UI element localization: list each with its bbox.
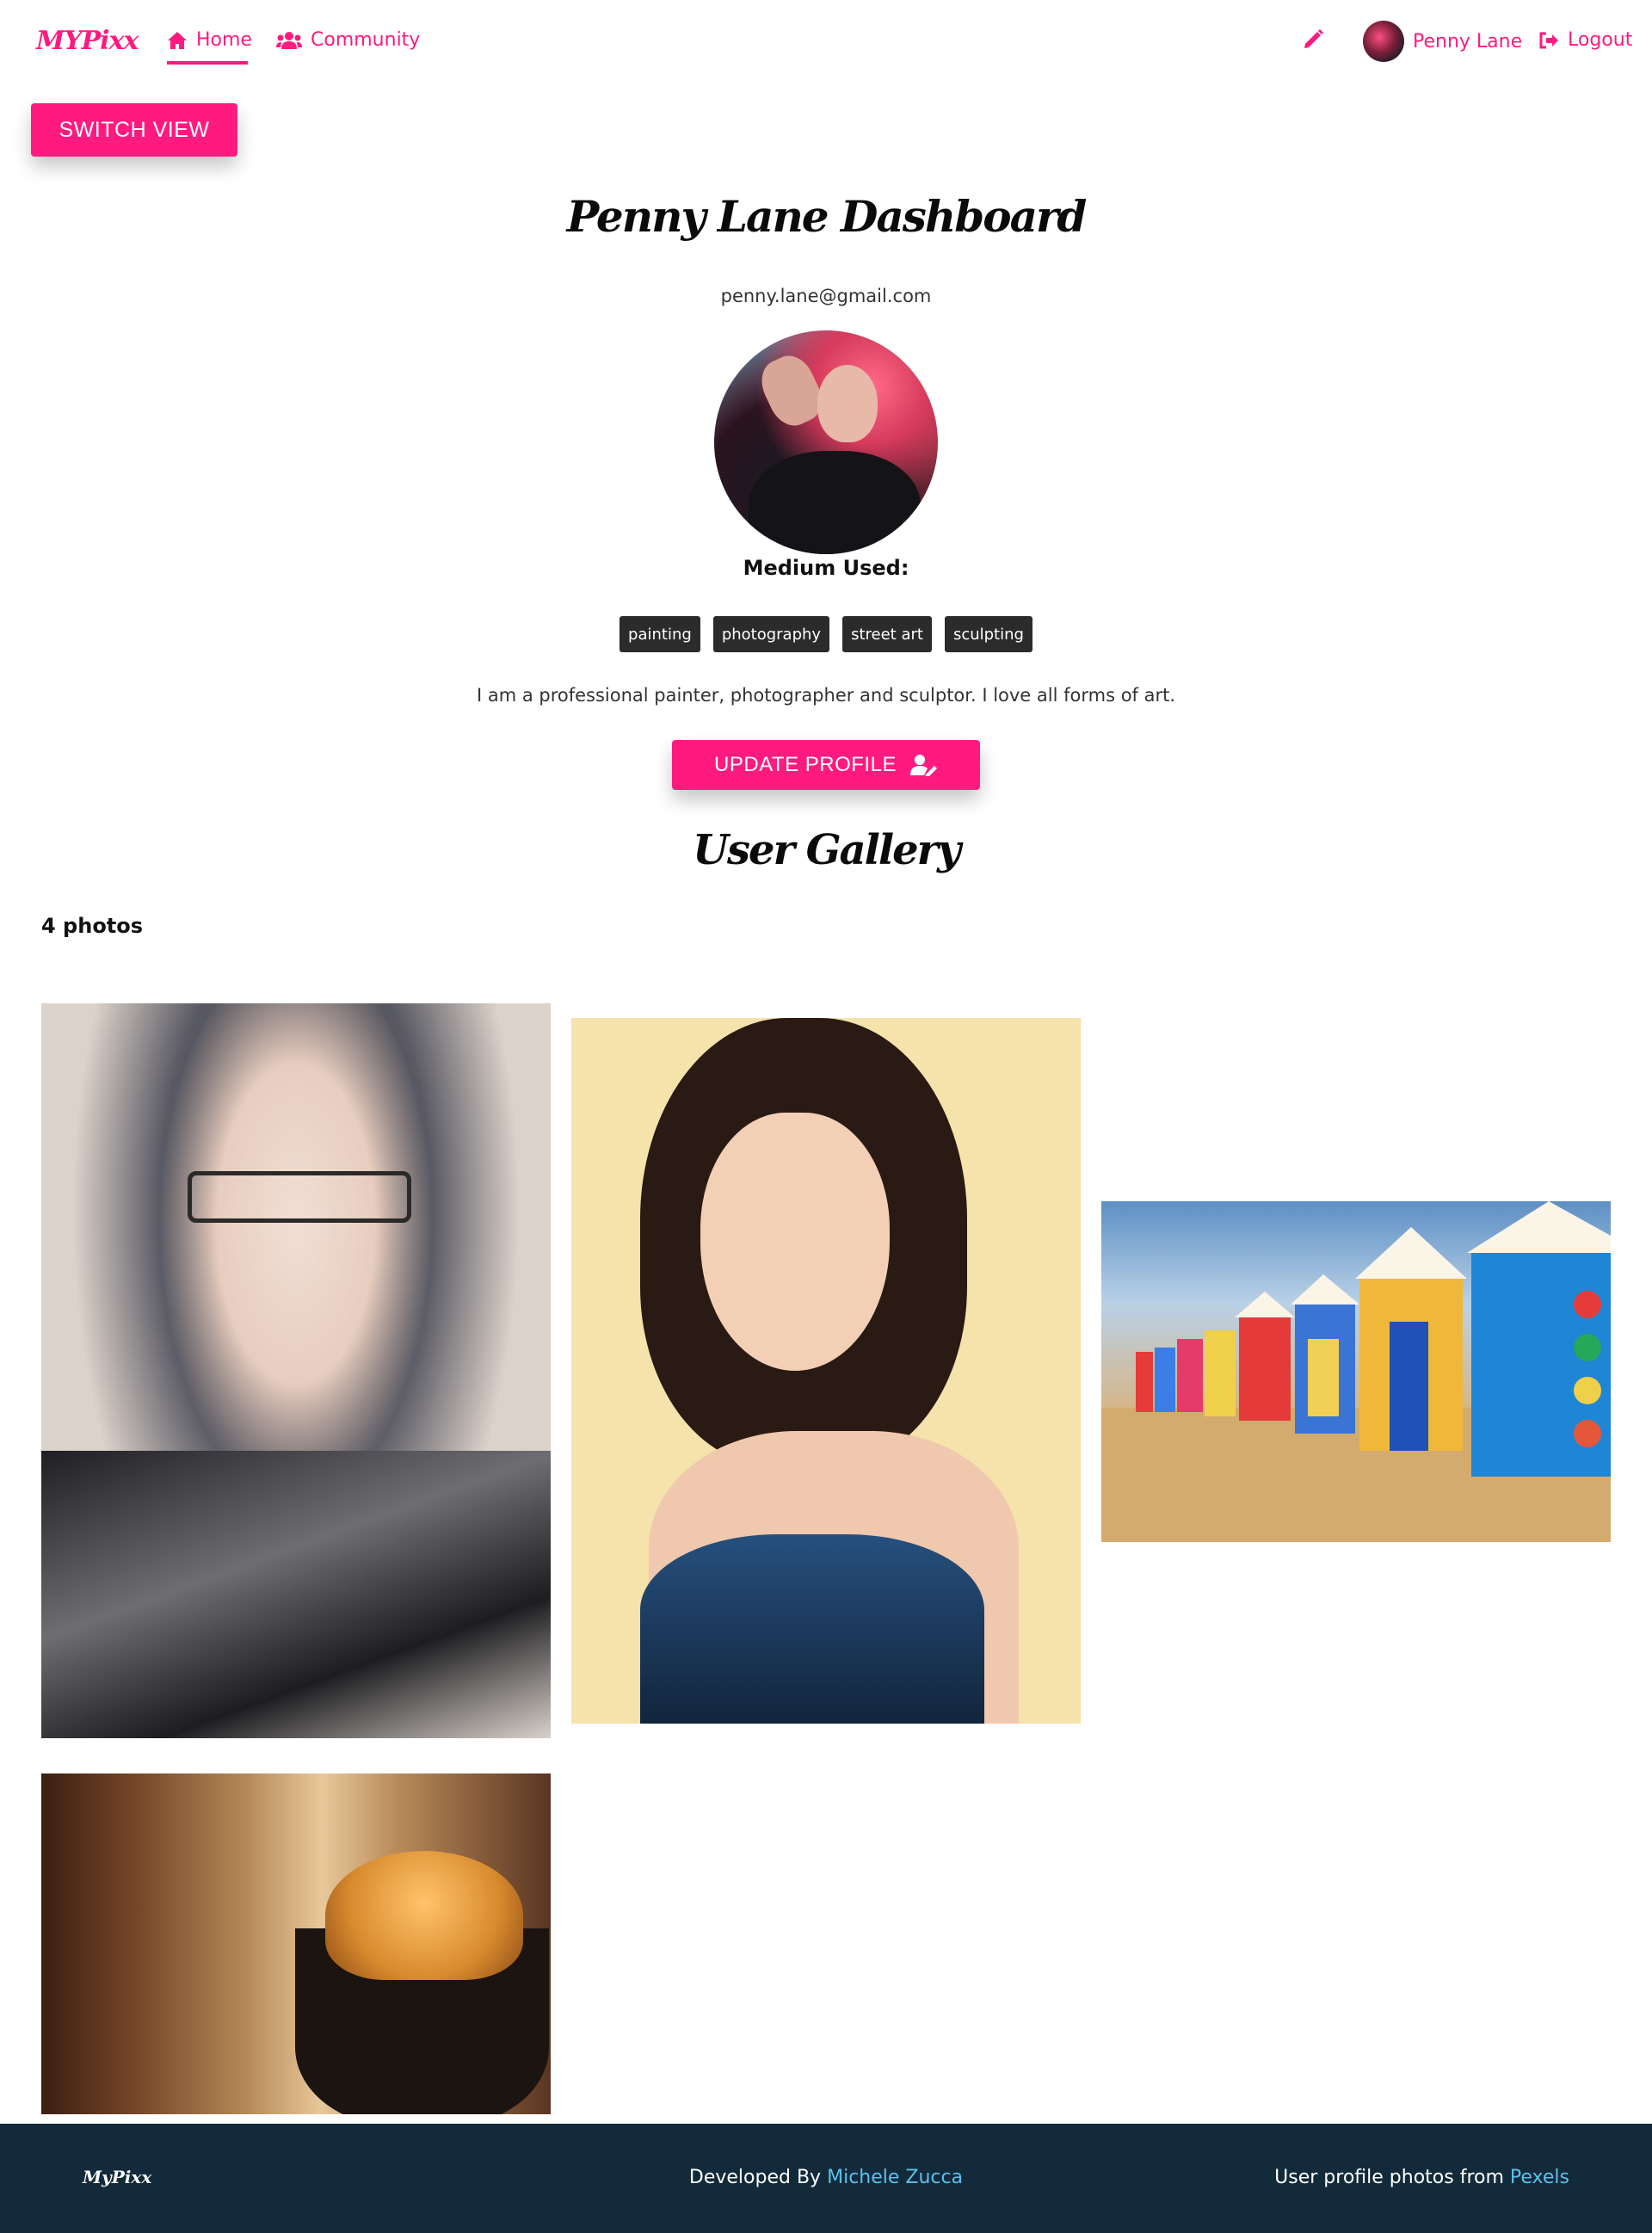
- beach-huts-illustration: [1101, 1201, 1611, 1542]
- gallery-title: User Gallery: [693, 826, 961, 874]
- gallery-photo-beach-huts[interactable]: [1101, 1201, 1611, 1542]
- logout-label: Logout: [1568, 29, 1633, 51]
- logout-icon: [1539, 32, 1558, 48]
- page-title: Penny Lane Dashboard: [566, 191, 1088, 242]
- gallery-photo-egg-cup[interactable]: [41, 1773, 551, 2114]
- active-tab-indicator: [167, 61, 248, 65]
- medium-tags: painting photography street art sculptin…: [0, 616, 1652, 652]
- logout-link[interactable]: Logout: [1538, 29, 1632, 51]
- medium-tag: painting: [620, 616, 700, 652]
- dress-detail: [640, 1534, 984, 1724]
- medium-tag: street art: [842, 616, 932, 652]
- face-detail: [700, 1113, 890, 1371]
- nav-community-link[interactable]: Community: [276, 29, 420, 51]
- footer: MyPixx Developed By Michele Zucca User p…: [0, 2124, 1652, 2233]
- user-edit-icon: [909, 755, 937, 776]
- gallery-photo-portrait-man[interactable]: [41, 1003, 551, 1738]
- credit-label: User profile photos from: [1274, 2167, 1504, 2188]
- gallery-photo-portrait-woman[interactable]: [571, 1018, 1081, 1724]
- developed-by-label: Developed By: [688, 2167, 822, 2188]
- switch-view-button[interactable]: SWITCH VIEW: [31, 103, 237, 157]
- user-profile-link[interactable]: Penny Lane: [1363, 21, 1522, 62]
- nav-home-link[interactable]: Home: [167, 29, 252, 51]
- user-name: Penny Lane: [1413, 30, 1523, 52]
- pexels-link[interactable]: Pexels: [1510, 2167, 1569, 2188]
- user-bio: I am a professional painter, photographe…: [476, 685, 1176, 706]
- navbar: MYPixx Home Community Penny Lane Logout: [0, 0, 1652, 86]
- footer-credit: User profile photos from Pexels: [1274, 2167, 1569, 2188]
- glasses-detail: [188, 1171, 411, 1223]
- medium-tag: sculpting: [944, 616, 1032, 652]
- brand-logo[interactable]: MYPixx: [36, 26, 139, 56]
- medium-used-label: Medium Used:: [743, 556, 909, 580]
- update-profile-label: UPDATE PROFILE: [714, 753, 897, 776]
- pencil-icon: [1304, 29, 1323, 48]
- nav-home-label: Home: [196, 29, 252, 51]
- egg-detail: [325, 1851, 523, 1980]
- shirt-detail: [41, 1451, 551, 1738]
- avatar: [1363, 21, 1404, 62]
- home-icon: [168, 31, 187, 49]
- users-icon: [276, 31, 302, 49]
- medium-tag: photography: [712, 616, 830, 652]
- photo-count: 4 photos: [41, 914, 144, 938]
- user-email: penny.lane@gmail.com: [720, 286, 932, 306]
- nav-community-label: Community: [311, 29, 421, 51]
- update-profile-button[interactable]: UPDATE PROFILE: [672, 740, 980, 790]
- profile-photo-body: [749, 451, 921, 554]
- profile-photo: [714, 330, 938, 554]
- edit-button[interactable]: [1303, 28, 1328, 53]
- profile-photo-face: [817, 365, 878, 442]
- developer-link[interactable]: Michele Zucca: [827, 2167, 963, 2188]
